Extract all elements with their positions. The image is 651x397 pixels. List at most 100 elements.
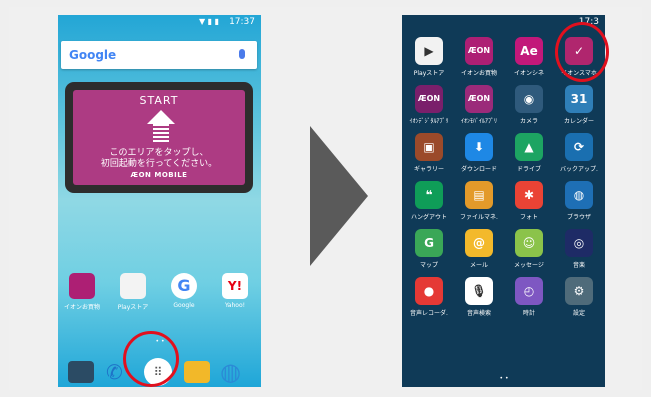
aeon-mobile-app-icon: ÆON	[465, 85, 493, 113]
up-arrow-icon	[147, 110, 175, 124]
aeon-shopping-icon: ÆON	[465, 37, 493, 65]
app-settings[interactable]: ⚙ 設定	[554, 277, 604, 317]
app-label: メッセージ	[514, 262, 544, 269]
app-hangouts[interactable]: ❝ ハングアウト	[404, 181, 454, 221]
app-music[interactable]: ◎ 音楽	[554, 229, 604, 269]
aeon-mobile-brand: ÆON MOBILE	[130, 171, 188, 179]
app-label: Playストア	[413, 70, 445, 77]
app-browser[interactable]: ◍ ブラウザ	[554, 181, 604, 221]
google-search-bar[interactable]: Google	[61, 41, 257, 69]
app-voice-search[interactable]: 🎙 音声検索	[454, 277, 504, 317]
app-maps[interactable]: G マップ	[404, 229, 454, 269]
app-label: Playストア	[117, 304, 149, 311]
app-voice-recorder[interactable]: ● 音声レコーダ.	[404, 277, 454, 317]
app-gallery[interactable]: ▣ ギャラリー	[404, 133, 454, 173]
aeon-start-widget[interactable]: START このエリアをタップし、 初回起動を行ってください。 ÆON MOBI…	[65, 82, 253, 193]
status-bar: ▼ ▮ ▮ 17:37	[58, 15, 261, 30]
app-camera[interactable]: ◉ カメラ	[504, 85, 554, 125]
app-label: 音楽	[572, 262, 585, 269]
widget-instruction-line1: このエリアをタップし、	[109, 148, 209, 158]
app-aeon-mobile-app[interactable]: ÆON ｲｵﾝﾓﾊﾞｲﾙｱﾌﾟﾘ	[454, 85, 504, 125]
app-label: ハングアウト	[410, 214, 447, 221]
aeon-digital-app-icon: ÆON	[415, 85, 443, 113]
download-icon: ⬇	[465, 133, 493, 161]
gallery-icon: ▣	[415, 133, 443, 161]
settings-icon: ⚙	[565, 277, 593, 305]
browser-icon: ◍	[565, 181, 593, 209]
google-logo: Google	[69, 48, 117, 62]
app-label: 設定	[572, 310, 585, 317]
drive-icon: ▲	[515, 133, 543, 161]
page-indicator: • •	[499, 375, 509, 382]
widget-instruction-line2: 初回起動を行ってください。	[100, 159, 218, 169]
app-label: 時計	[522, 310, 535, 317]
app-label: Google	[173, 302, 195, 309]
dock-browser[interactable]: ◍	[220, 358, 250, 386]
app-label: ブラウザ	[566, 214, 591, 221]
file-manager-icon: ▤	[465, 181, 493, 209]
play-store-icon: ▶	[415, 37, 443, 65]
highlight-circle-app-drawer	[123, 331, 179, 387]
highlight-circle-aeon-smartphone	[555, 22, 609, 82]
signal-battery-icons: ▼ ▮ ▮	[198, 17, 219, 26]
app-aeon-shopping[interactable]: イオンお買物	[58, 273, 106, 311]
app-photos[interactable]: ✱ フォト	[504, 181, 554, 221]
app-aeon-digital-app[interactable]: ÆON ｲｵﾝﾃﾞｼﾞﾀﾙｱﾌﾟﾘ	[404, 85, 454, 125]
app-messaging[interactable]: ☺ メッセージ	[504, 229, 554, 269]
app-label: イオンシネ	[513, 70, 544, 77]
widget-title: START	[139, 94, 179, 107]
dock-messages[interactable]	[184, 358, 212, 386]
app-clock[interactable]: ◴ 時計	[504, 277, 554, 317]
hangouts-icon: ❝	[415, 181, 443, 209]
browser-icon: ◍	[220, 358, 241, 386]
email-icon: @	[465, 229, 493, 257]
app-label: バックアップ.	[560, 166, 598, 173]
app-google[interactable]: G Google	[160, 273, 208, 309]
app-download[interactable]: ⬇ ダウンロード	[454, 133, 504, 173]
voice-search-icon: 🎙	[465, 277, 493, 305]
app-label: 音声検索	[466, 310, 491, 317]
app-label: Yahoo!	[224, 302, 246, 309]
app-email[interactable]: @ メール	[454, 229, 504, 269]
clock-icon: ◴	[515, 277, 543, 305]
backup-icon: ⟳	[565, 133, 593, 161]
app-label: ｲｵﾝﾃﾞｼﾞﾀﾙｱﾌﾟﾘ	[409, 118, 449, 125]
mic-icon[interactable]	[239, 49, 245, 59]
app-play-store[interactable]: Playストア	[109, 273, 157, 311]
next-step-arrow-icon	[310, 126, 368, 266]
calendar-icon: 31	[565, 85, 593, 113]
app-label: イオンお買物	[63, 304, 100, 311]
dock-camera[interactable]	[68, 358, 96, 386]
app-label: カレンダー	[563, 118, 594, 125]
camera-icon: ◉	[515, 85, 543, 113]
app-calendar[interactable]: 31 カレンダー	[554, 85, 604, 125]
messaging-icon: ☺	[515, 229, 543, 257]
widget-panel: START このエリアをタップし、 初回起動を行ってください。 ÆON MOBI…	[73, 90, 245, 185]
app-label: イオンお買物	[460, 70, 497, 77]
app-label: 音声レコーダ.	[410, 310, 448, 317]
app-play-store[interactable]: ▶ Playストア	[404, 37, 454, 77]
home-screen: ▼ ▮ ▮ 17:37 Google START このエリアをタップし、 初回起…	[58, 15, 261, 387]
play-store-icon	[120, 273, 146, 299]
messages-icon	[184, 361, 210, 383]
app-label: フォト	[519, 214, 538, 221]
app-label: ギャラリー	[413, 166, 444, 173]
voice-recorder-icon: ●	[415, 277, 443, 305]
app-label: マップ	[419, 262, 438, 269]
aeon-cinema-icon: Ae	[515, 37, 543, 65]
app-aeon-shopping[interactable]: ÆON イオンお買物	[454, 37, 504, 77]
figure: ▼ ▮ ▮ 17:37 Google START このエリアをタップし、 初回起…	[0, 0, 651, 397]
app-aeon-cinema[interactable]: Ae イオンシネ	[504, 37, 554, 77]
app-backup[interactable]: ⟳ バックアップ.	[554, 133, 604, 173]
music-icon: ◎	[565, 229, 593, 257]
maps-icon: G	[415, 229, 443, 257]
app-label: ドライブ	[516, 166, 541, 173]
app-label: ファイルマネ.	[460, 214, 498, 221]
app-label: カメラ	[519, 118, 538, 125]
app-file-manager[interactable]: ▤ ファイルマネ.	[454, 181, 504, 221]
arrow-stripes	[153, 124, 169, 142]
yahoo-icon: Y!	[222, 273, 248, 299]
app-drive[interactable]: ▲ ドライブ	[504, 133, 554, 173]
app-label: ダウンロード	[460, 166, 497, 173]
app-yahoo[interactable]: Y! Yahoo!	[211, 273, 259, 309]
